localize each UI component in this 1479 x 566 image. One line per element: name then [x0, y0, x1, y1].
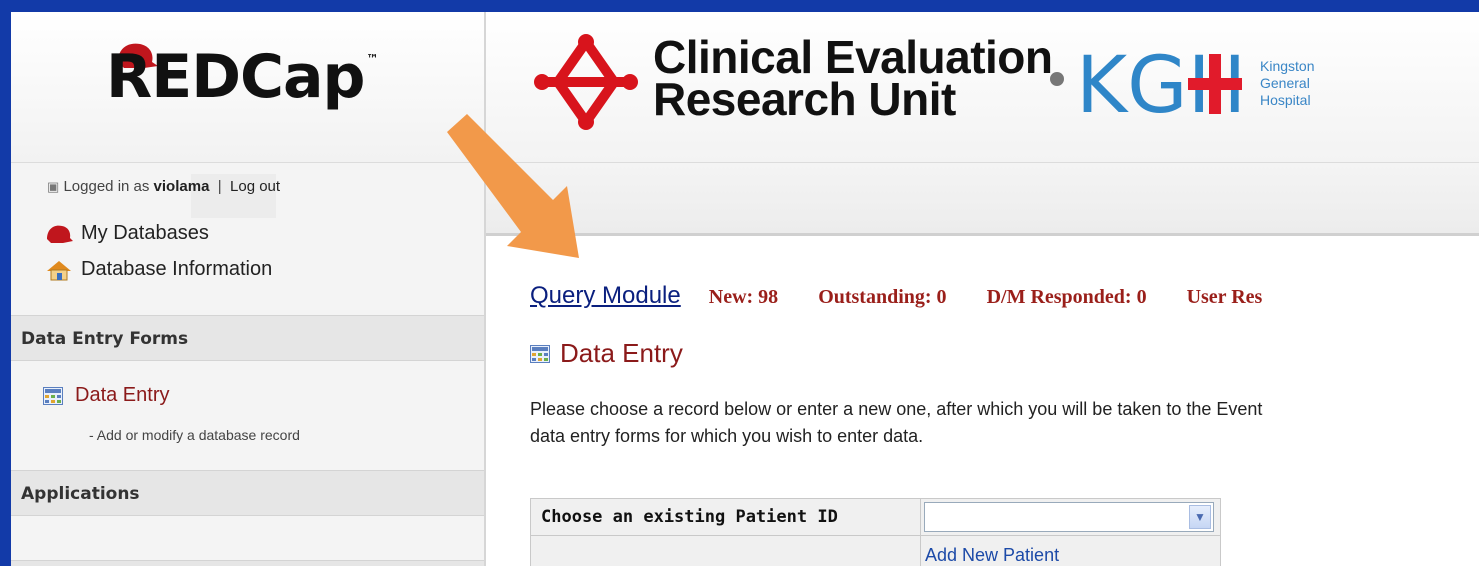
stat-dm-responded: D/M Responded: 0	[986, 286, 1147, 308]
annotation-arrow-icon	[447, 114, 579, 258]
patient-id-select[interactable]: ▼	[924, 502, 1214, 532]
sidebar: REDCap ™ ▣ Logged in as violama | Log out…	[11, 12, 486, 566]
organization-name-line1: Clinical Evaluation	[653, 31, 1053, 83]
page-title: Data Entry	[530, 338, 683, 369]
app-frame: REDCap ™ ▣ Logged in as violama | Log out…	[11, 12, 1479, 566]
data-entry-link-label: Data Entry	[75, 384, 170, 406]
section-header-applications: Applications	[11, 470, 484, 516]
subheader-bar	[486, 163, 1479, 236]
login-status: ▣ Logged in as violama | Log out	[47, 178, 280, 195]
redcap-hat-icon	[47, 225, 73, 243]
query-module-bar: Query Module New: 98 Outstanding: 0 D/M …	[530, 282, 1302, 310]
lock-icon: ▣	[47, 179, 60, 194]
login-prefix: Logged in as	[63, 178, 150, 195]
my-databases-label: My Databases	[81, 222, 209, 244]
data-entry-description: - Add or modify a database record	[89, 427, 300, 443]
section-header-data-entry-forms: Data Entry Forms	[11, 315, 484, 361]
stat-new: New: 98	[708, 286, 779, 308]
kgh-line1: Kingston	[1260, 58, 1315, 74]
redcap-logo-area: REDCap ™	[11, 12, 484, 163]
main-content: Clinical Evaluation Research Unit KGH Ki…	[486, 12, 1479, 566]
add-new-patient-cell: Add New Patient	[920, 535, 1221, 566]
kgh-hospital-name: Kingston General Hospital	[1260, 58, 1314, 109]
patient-select-cell: ▼	[920, 498, 1221, 536]
instructions-line2: data entry forms for which you wish to e…	[530, 426, 924, 446]
query-module-link[interactable]: Query Module	[530, 282, 681, 310]
logout-link[interactable]: Log out	[230, 178, 280, 195]
table-row: Choose an existing Patient ID ▼	[530, 498, 1221, 536]
table-row: Add New Patient	[530, 535, 1221, 566]
organization-name: Clinical Evaluation Research Unit	[653, 31, 1053, 125]
database-information-label: Database Information	[81, 258, 273, 280]
record-picker-table: Choose an existing Patient ID ▼ Add New …	[530, 498, 1221, 566]
instructions-line1: Please choose a record below or enter a …	[530, 399, 1263, 419]
redcap-logo[interactable]: REDCap ™	[106, 42, 378, 112]
stat-user-responded: User Res	[1186, 286, 1263, 308]
kgh-logo: KGH	[1076, 48, 1246, 122]
data-entry-link[interactable]: Data Entry	[43, 384, 169, 407]
username: violama	[153, 178, 210, 195]
choose-patient-label: Choose an existing Patient ID	[530, 498, 921, 536]
page-title-text: Data Entry	[560, 338, 683, 368]
institution-header: Clinical Evaluation Research Unit KGH Ki…	[486, 12, 1479, 163]
kgh-line2: General	[1260, 75, 1310, 91]
add-new-patient-link[interactable]: Add New Patient	[925, 545, 1059, 565]
separator: |	[217, 178, 222, 195]
table-grid-icon	[43, 386, 63, 405]
database-information-link[interactable]: Database Information	[45, 258, 272, 281]
my-databases-link[interactable]: My Databases	[45, 222, 209, 245]
empty-cell	[530, 535, 921, 566]
chevron-down-icon[interactable]: ▼	[1189, 505, 1211, 529]
table-grid-icon	[530, 344, 550, 363]
stat-outstanding: Outstanding: 0	[818, 286, 947, 308]
kgh-line3: Hospital	[1260, 92, 1311, 108]
organization-name-line2: Research Unit	[653, 73, 956, 125]
house-icon	[47, 260, 71, 280]
section-header-next	[11, 560, 484, 566]
instructions: Please choose a record below or enter a …	[530, 396, 1479, 450]
separator-dot	[1050, 72, 1064, 86]
